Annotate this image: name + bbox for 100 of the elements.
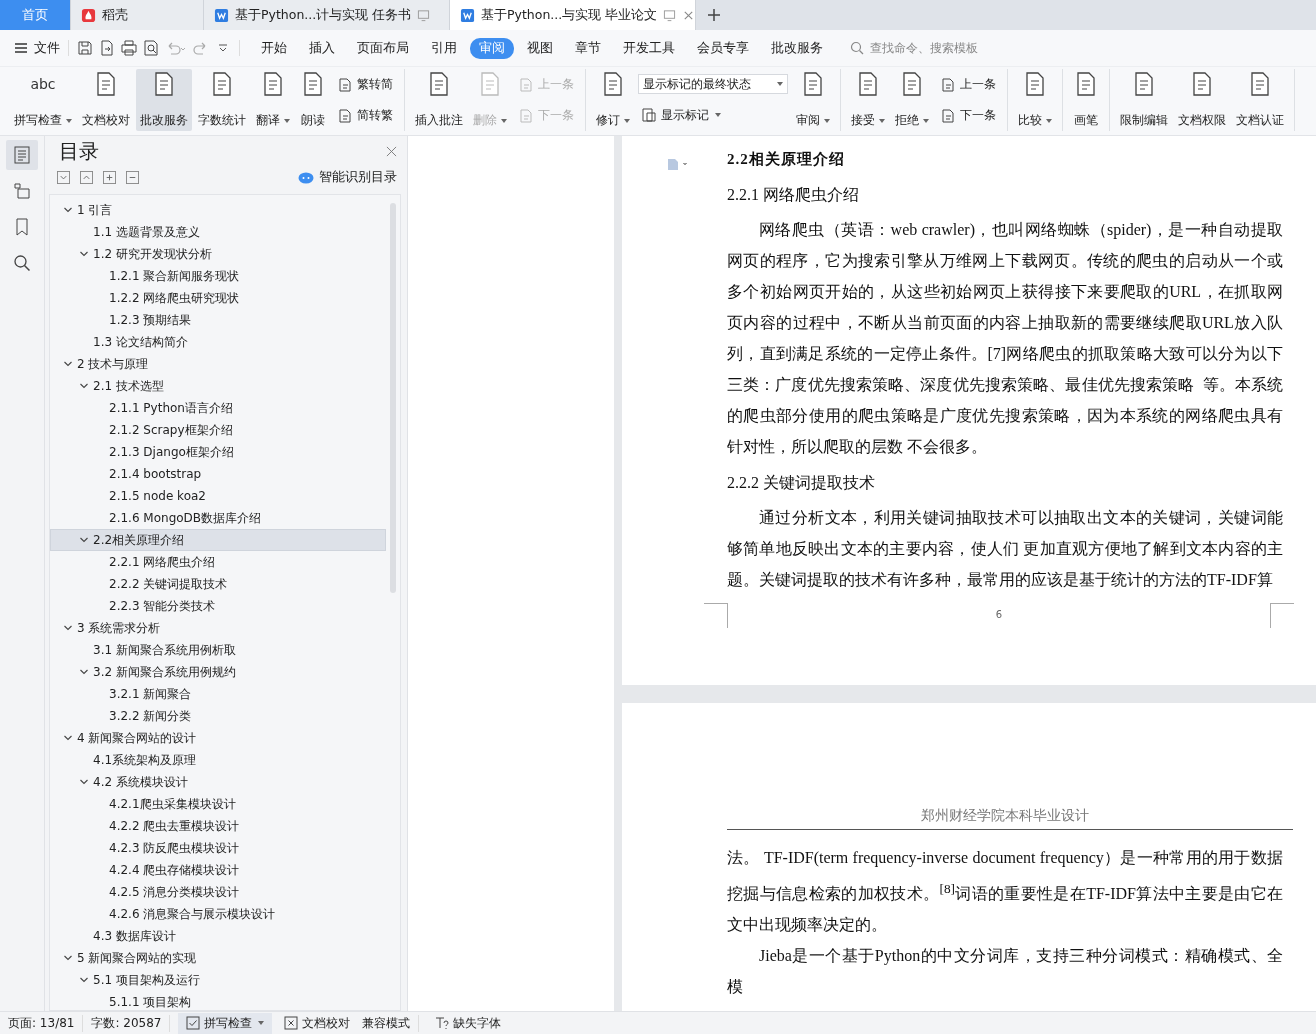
- caret-icon[interactable]: [79, 667, 89, 677]
- menu-tab[interactable]: 引用: [422, 37, 466, 59]
- outline-item[interactable]: 2.1.1 Python语言介绍: [50, 397, 386, 419]
- chevron-up-icon[interactable]: [80, 171, 93, 184]
- ribbon-button[interactable]: 限制编辑: [1116, 69, 1172, 131]
- outline-item[interactable]: 4.1系统架构及原理: [50, 749, 386, 771]
- ribbon-button[interactable]: 朗读: [296, 69, 330, 131]
- menu-tab[interactable]: 插入: [300, 37, 344, 59]
- caret-icon[interactable]: [63, 205, 73, 215]
- outline-item[interactable]: 4.2.2 爬虫去重模块设计: [50, 815, 386, 837]
- print-preview-icon[interactable]: [143, 40, 159, 56]
- outline-item[interactable]: 2.1.4 bootstrap: [50, 463, 386, 485]
- ribbon-button[interactable]: 翻译: [252, 69, 294, 131]
- new-tab-icon[interactable]: [706, 7, 722, 23]
- ribbon-button[interactable]: 拒绝: [891, 69, 933, 131]
- tab[interactable]: 基于Python...计与实现 任务书: [204, 0, 450, 30]
- file-menu-button[interactable]: 文件: [0, 39, 68, 57]
- menu-tab[interactable]: 页面布局: [348, 37, 418, 59]
- outline-item[interactable]: 3 系统需求分析: [50, 617, 386, 639]
- outline-item[interactable]: 4.2.4 爬虫存储模块设计: [50, 859, 386, 881]
- caret-icon[interactable]: [79, 975, 89, 985]
- ribbon-button[interactable]: 审阅: [792, 69, 834, 131]
- ribbon-button[interactable]: 文档校对: [78, 69, 134, 131]
- ribbon-button[interactable]: 插入批注: [411, 69, 467, 131]
- outline-item[interactable]: 5.1.1 项目架构: [50, 991, 386, 1010]
- outline-item[interactable]: 1.2.2 网络爬虫研究现状: [50, 287, 386, 309]
- outline-item[interactable]: 1 引言: [50, 199, 386, 221]
- ribbon-button[interactable]: 接受: [847, 69, 889, 131]
- ribbon-button[interactable]: 字数统计: [194, 69, 250, 131]
- outline-item[interactable]: 4.2.6 消息聚合与展示模块设计: [50, 903, 386, 925]
- menu-tab[interactable]: 开发工具: [614, 37, 684, 59]
- ribbon-button[interactable]: abc 拼写检查: [10, 69, 76, 131]
- print-icon[interactable]: [121, 40, 137, 56]
- outline-item[interactable]: 2.1.5 node koa2: [50, 485, 386, 507]
- outline-item[interactable]: 2.2.3 智能分类技术: [50, 595, 386, 617]
- menu-tab[interactable]: 会员专享: [688, 37, 758, 59]
- ribbon-button[interactable]: 文档认证: [1232, 69, 1288, 131]
- ribbon-button[interactable]: 上一条: [937, 74, 999, 95]
- outline-item[interactable]: 2.2.2 关键词提取技术: [50, 573, 386, 595]
- plus-icon[interactable]: [103, 171, 116, 184]
- caret-icon[interactable]: [79, 381, 89, 391]
- ribbon-button[interactable]: 画笔: [1069, 69, 1103, 131]
- caret-icon[interactable]: [79, 535, 89, 545]
- ribbon-button[interactable]: 文档权限: [1174, 69, 1230, 131]
- outline-item[interactable]: 2.1.6 MongoDB数据库介绍: [50, 507, 386, 529]
- outline-item[interactable]: 1.1 选题背景及意义: [50, 221, 386, 243]
- document-icon[interactable]: [667, 158, 689, 170]
- outline-item[interactable]: 4 新闻聚合网站的设计: [50, 727, 386, 749]
- smart-toc-button[interactable]: 智能识别目录: [298, 169, 397, 186]
- ribbon-button[interactable]: 批改服务: [136, 69, 192, 131]
- spell-check-button[interactable]: 拼写检查: [178, 1012, 273, 1034]
- markup-mode-select[interactable]: 显示标记的最终状态: [638, 74, 788, 95]
- outline-item[interactable]: 3.2.2 新闻分类: [50, 705, 386, 727]
- caret-icon[interactable]: [79, 777, 89, 787]
- missing-font-button[interactable]: 缺失字体: [427, 1012, 510, 1034]
- outline-item[interactable]: 3.2.1 新闻聚合: [50, 683, 386, 705]
- outline-item[interactable]: 2.1.3 Django框架介绍: [50, 441, 386, 463]
- outline-item[interactable]: 2.2.1 网络爬虫介绍: [50, 551, 386, 573]
- show-markup-button[interactable]: 显示标记: [638, 104, 788, 126]
- outline-item[interactable]: 2.1.2 Scrapy框架介绍: [50, 419, 386, 441]
- ribbon-button[interactable]: 简转繁: [334, 105, 396, 126]
- ribbon-button[interactable]: 比较: [1014, 69, 1056, 131]
- outline-item[interactable]: 4.2 系统模块设计: [50, 771, 386, 793]
- ribbon-button[interactable]: 下一条: [937, 105, 999, 126]
- menu-tab[interactable]: 开始: [252, 37, 296, 59]
- minus-icon[interactable]: [126, 171, 139, 184]
- caret-icon[interactable]: [63, 359, 73, 369]
- outline-item[interactable]: 4.2.1爬虫采集模块设计: [50, 793, 386, 815]
- outline-item[interactable]: 4.3 数据库设计: [50, 925, 386, 947]
- outline-item[interactable]: 1.3 论文结构简介: [50, 331, 386, 353]
- ribbon-button[interactable]: 修订: [592, 69, 634, 131]
- outline-item[interactable]: 3.1 新闻聚合系统用例析取: [50, 639, 386, 661]
- caret-icon[interactable]: [63, 733, 73, 743]
- export-document-icon[interactable]: [99, 40, 115, 56]
- tab[interactable]: 稻壳: [71, 0, 204, 30]
- close-icon[interactable]: [386, 146, 397, 157]
- outline-item[interactable]: 5.1 项目架构及运行: [50, 969, 386, 991]
- outline-item[interactable]: 2.1 技术选型: [50, 375, 386, 397]
- search-field[interactable]: 查找命令、搜索模板: [850, 40, 1032, 56]
- tab[interactable]: 基于Python...与实现 毕业论文: [450, 0, 696, 30]
- outline-item[interactable]: 4.2.3 防反爬虫模块设计: [50, 837, 386, 859]
- caret-icon[interactable]: [79, 249, 89, 259]
- caret-icon[interactable]: [63, 623, 73, 633]
- outline-item[interactable]: 2 技术与原理: [50, 353, 386, 375]
- chevron-down-icon[interactable]: [57, 171, 70, 184]
- outline-item[interactable]: 5 新闻聚合网站的实现: [50, 947, 386, 969]
- proofread-button[interactable]: 文档校对: [276, 1012, 359, 1034]
- menu-tab[interactable]: 视图: [518, 37, 562, 59]
- outline-item[interactable]: 1.2.3 预期结果: [50, 309, 386, 331]
- menu-tab[interactable]: 章节: [566, 37, 610, 59]
- save-icon[interactable]: [77, 40, 93, 56]
- outline-item[interactable]: 4.2.5 消息分类模块设计: [50, 881, 386, 903]
- outline-item[interactable]: 1.2.1 聚合新闻服务现状: [50, 265, 386, 287]
- outline-item[interactable]: 2.2相关原理介绍: [50, 529, 386, 551]
- outline-item[interactable]: 1.2 研究开发现状分析: [50, 243, 386, 265]
- outline-icon[interactable]: [6, 140, 38, 170]
- monitor-icon[interactable]: [663, 8, 677, 22]
- outline-item[interactable]: 3.2 新闻聚合系统用例规约: [50, 661, 386, 683]
- menu-tab[interactable]: 批改服务: [762, 37, 832, 59]
- ribbon-button[interactable]: 繁转简: [334, 74, 396, 95]
